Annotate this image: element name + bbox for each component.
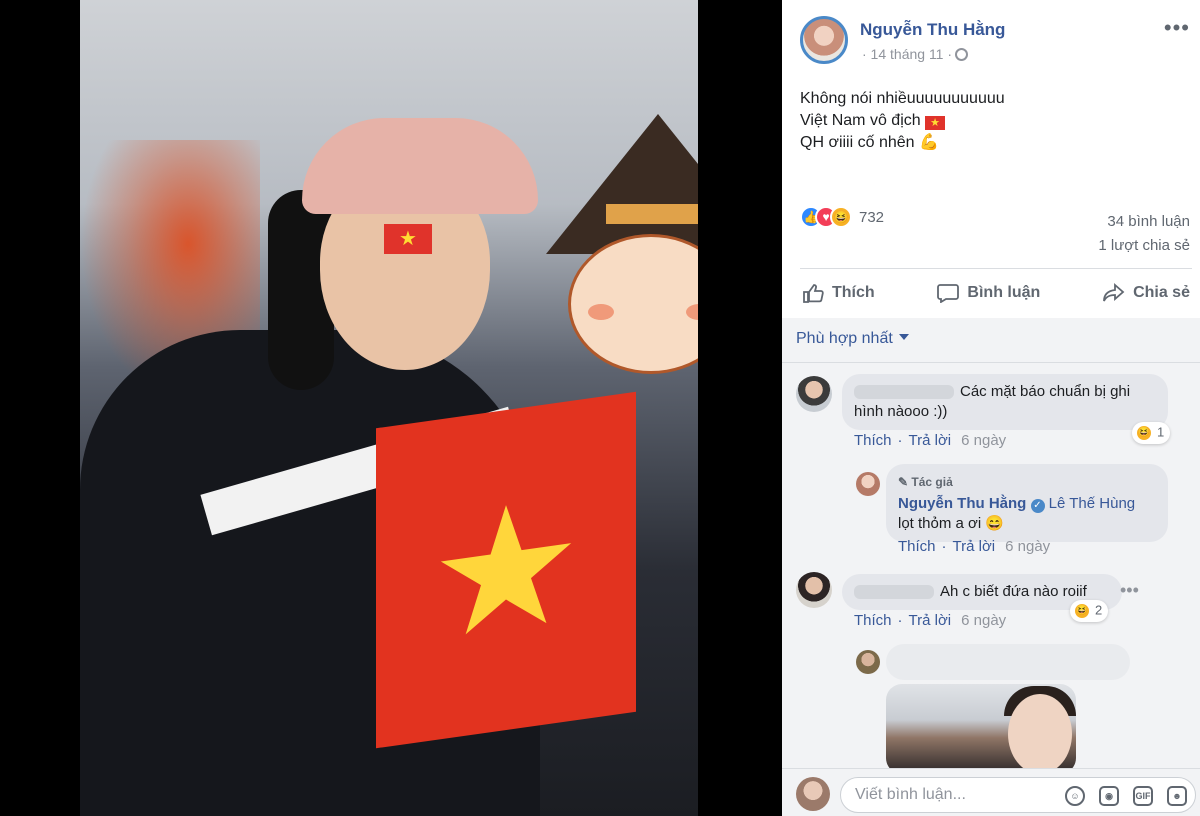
author-reply-avatar[interactable] — [856, 472, 880, 496]
haha-reaction-icon: 😆 — [830, 206, 852, 228]
comment-reply-link[interactable]: Trả lời — [909, 612, 952, 629]
caret-down-icon — [898, 334, 909, 340]
hidden-commenter-name — [854, 585, 934, 600]
flexed-biceps-emoji-icon: 💪 — [919, 134, 939, 151]
comment-actions: Thích · Trả lời 6 ngày — [854, 432, 1007, 449]
post-panel: Nguyễn Thu Hằng · 14 tháng 11 · ••• Khôn… — [782, 0, 1200, 816]
reaction-count: 732 — [859, 208, 885, 226]
hidden-reply-bubble — [886, 644, 1130, 680]
more-options-icon[interactable]: ••• — [1164, 17, 1190, 39]
author-avatar[interactable] — [800, 16, 848, 64]
post-stats: 34 bình luận 1 lượt chia sẻ — [1098, 210, 1190, 258]
viewer-avatar — [796, 777, 830, 811]
reply-time[interactable]: 6 ngày — [1005, 538, 1050, 555]
post-text: Không nói nhiềuuuuuuuuuuu Việt Nam vô đị… — [800, 88, 1180, 154]
globe-icon — [955, 48, 969, 61]
camera-icon[interactable]: ◉ — [1099, 786, 1119, 806]
sticker-face — [568, 234, 698, 374]
comment-time[interactable]: 6 ngày — [961, 612, 1006, 629]
cap-shape — [302, 118, 538, 214]
post-header: Nguyễn Thu Hằng · 14 tháng 11 · ••• — [800, 16, 1190, 66]
cartoon-sticker — [536, 114, 698, 374]
comment-input-box[interactable]: ☺ ◉ GIF ☻ — [840, 777, 1196, 813]
tagged-user[interactable]: Lê Thế Hùng — [1049, 495, 1135, 512]
grinning-emoji-icon: 😄 — [985, 515, 1005, 532]
hidden-commenter-name — [854, 385, 954, 400]
reply-reply-link[interactable]: Trả lời — [953, 538, 996, 555]
haha-reaction-icon: 😆 — [1073, 602, 1091, 620]
emoji-icon[interactable]: ☺ — [1065, 786, 1085, 806]
post-line-flag: Việt Nam vô địch ★ — [800, 110, 1180, 132]
comment-reaction-chip[interactable]: 😆 2 — [1070, 600, 1109, 622]
comment-composer: ☺ ◉ GIF ☻ — [782, 768, 1200, 816]
photo-viewer: ★ ★ — [0, 0, 782, 816]
haha-reaction-icon: 😆 — [1135, 424, 1153, 442]
reaction-summary[interactable]: 👍 ♥ 😆 732 — [800, 206, 884, 232]
hat-band — [606, 204, 698, 224]
comment-like-link[interactable]: Thích — [854, 612, 892, 629]
comment-bubble: Các mặt báo chuẩn bị ghi hình nàooo :)) — [842, 374, 1168, 430]
comment-actions: Thích · Trả lời 6 ngày — [854, 612, 1007, 629]
comment-time[interactable]: 6 ngày — [961, 432, 1006, 449]
like-button[interactable]: Thích — [800, 283, 877, 303]
comment-options-icon[interactable]: ••• — [1120, 580, 1139, 601]
reply-avatar[interactable] — [856, 650, 880, 674]
share-arrow-icon — [1103, 282, 1125, 301]
post-date[interactable]: · 14 tháng 11 · — [862, 46, 952, 62]
comment-sort-dropdown[interactable]: Phù hợp nhất — [796, 330, 909, 348]
commenter-avatar[interactable] — [796, 376, 832, 412]
comment-button[interactable]: Bình luận — [935, 283, 1042, 303]
reply-actions: Thích · Trả lời 6 ngày — [898, 538, 1051, 555]
comment-reply-link[interactable]: Trả lời — [909, 432, 952, 449]
thumbs-up-icon — [803, 283, 824, 303]
post-meta: · 14 tháng 11 · — [862, 46, 969, 62]
comment-bubble-icon — [937, 283, 960, 303]
divider — [782, 362, 1200, 363]
author-badge: ✎ Tác giả — [898, 475, 953, 489]
sticker-cheek-left — [588, 304, 614, 320]
reply-author-name[interactable]: Nguyễn Thu Hằng — [898, 495, 1026, 512]
reply-photo[interactable] — [886, 684, 1076, 774]
share-button[interactable]: Chia sẻ — [1101, 282, 1192, 303]
verified-icon: ✓ — [1030, 499, 1045, 513]
comment-input[interactable] — [855, 778, 1045, 812]
sticker-icon[interactable]: ☻ — [1167, 786, 1187, 806]
photo-face — [1008, 694, 1072, 774]
action-bar: Thích Bình luận Chia sẻ — [800, 268, 1192, 316]
commenter-avatar[interactable] — [796, 572, 832, 608]
shares-count[interactable]: 1 lượt chia sẻ — [1098, 234, 1190, 258]
post-photo[interactable]: ★ ★ — [80, 0, 698, 816]
vietnam-flag-emoji-icon: ★ — [925, 116, 946, 130]
comments-count[interactable]: 34 bình luận — [1098, 210, 1190, 234]
reply-bubble: ✎ Tác giả Nguyễn Thu Hằng ✓ Lê Thế Hùng … — [886, 464, 1168, 542]
comment-like-link[interactable]: Thích — [854, 432, 892, 449]
cheek-flag-icon: ★ — [384, 224, 432, 254]
comment-reaction-chip[interactable]: 😆 1 — [1132, 422, 1171, 444]
post-author[interactable]: Nguyễn Thu Hằng — [860, 20, 1005, 40]
pencil-icon: ✎ — [898, 475, 909, 489]
reply-like-link[interactable]: Thích — [898, 538, 936, 555]
gif-icon[interactable]: GIF — [1133, 786, 1153, 806]
post-line: Không nói nhiềuuuuuuuuuuu — [800, 90, 1005, 107]
witch-hat-icon — [546, 114, 698, 254]
post-line-muscle: QH ơiiii cố nhên 💪 — [800, 132, 1180, 154]
vietnam-flag-icon: ★ — [376, 391, 636, 749]
